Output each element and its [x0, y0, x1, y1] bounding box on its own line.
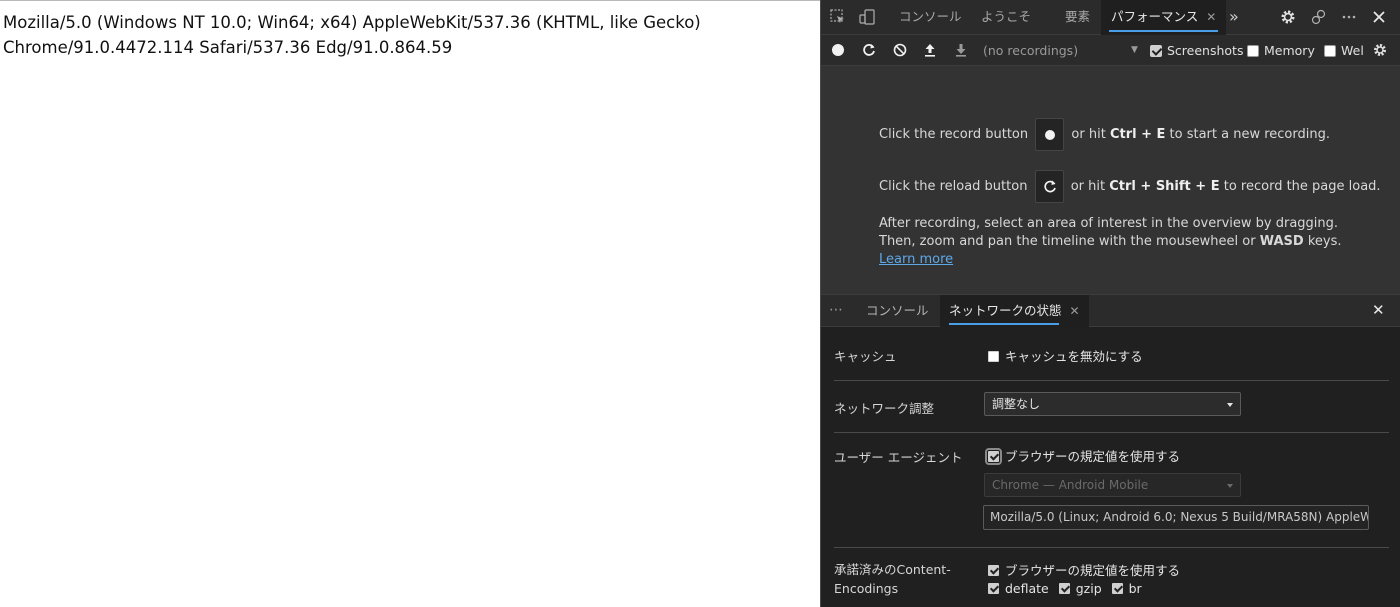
memory-checkbox[interactable]: [1247, 45, 1259, 57]
content-encodings-row: 承諾済みのContent- Encodings ブラウザーの規定値を使用する de…: [834, 548, 1389, 607]
memory-toggle[interactable]: Memory: [1247, 35, 1315, 66]
cache-label: キャッシュ: [834, 349, 897, 364]
tab-welcome[interactable]: ようこそ: [981, 0, 1031, 35]
ua-preset-select[interactable]: Chrome — Android Mobile: [984, 473, 1241, 497]
settings-gear-icon[interactable]: [1279, 8, 1297, 26]
learn-more-link[interactable]: Learn more: [879, 252, 953, 267]
record-icon[interactable]: [830, 42, 846, 58]
disable-cache-checkbox[interactable]: [988, 351, 999, 362]
chevron-down-icon: [1227, 403, 1233, 407]
record-instruction: Click the record button or hit Ctrl + E …: [879, 118, 1330, 151]
drawer-tab-network-conditions-label: ネットワークの状態: [949, 303, 1062, 318]
close-devtools-icon[interactable]: [1370, 8, 1388, 26]
tab-performance[interactable]: パフォーマンス ✕: [1101, 0, 1227, 35]
encodings-browser-default-label: ブラウザーの規定値を使用する: [1005, 563, 1181, 578]
ua-browser-default-label: ブラウザーの規定値を使用する: [1005, 449, 1181, 464]
ua-string-input[interactable]: Mozilla/5.0 (Linux; Android 6.0; Nexus 5…: [983, 505, 1369, 530]
memory-label: Memory: [1264, 43, 1315, 58]
web-vitals-toggle[interactable]: Wel: [1324, 35, 1372, 66]
device-toolbar-icon[interactable]: [858, 8, 876, 26]
content-encodings-label: 承諾済みのContent- Encodings: [834, 562, 951, 596]
close-drawer-tab-icon[interactable]: ✕: [1070, 304, 1080, 318]
reload-instruction: Click the reload button or hit Ctrl + Sh…: [879, 170, 1381, 203]
throttling-label: ネットワーク調整: [834, 401, 935, 416]
screenshots-checkbox[interactable]: [1150, 45, 1162, 57]
drawer-tab-console[interactable]: コンソール: [866, 295, 929, 327]
performance-landing: Click the record button or hit Ctrl + E …: [821, 66, 1400, 295]
tab-performance-label: パフォーマンス: [1111, 9, 1199, 24]
disable-cache-option[interactable]: キャッシュを無効にする: [988, 346, 1143, 365]
more-options-icon[interactable]: [1340, 8, 1358, 26]
recordings-select[interactable]: (no recordings): [983, 35, 1078, 66]
ua-browser-default-option[interactable]: ブラウザーの規定値を使用する: [985, 446, 1181, 465]
download-icon[interactable]: [953, 42, 969, 58]
reload-button[interactable]: [1034, 170, 1064, 203]
tab-console[interactable]: コンソール: [899, 0, 962, 35]
drawer-menu-icon[interactable]: ⋯: [829, 295, 843, 327]
chevron-down-icon: [1227, 484, 1233, 488]
encoding-gzip-checkbox[interactable]: [1058, 583, 1070, 594]
drawer-tab-network-conditions[interactable]: ネットワークの状態 ✕: [940, 295, 1089, 327]
feedback-icon[interactable]: [1310, 8, 1328, 26]
tab-elements[interactable]: 要素: [1065, 0, 1090, 35]
encoding-deflate-option[interactable]: deflate: [988, 581, 1049, 596]
network-conditions-panel: キャッシュ キャッシュを無効にする ネットワーク調整 調整なし ユーザー エージ…: [821, 327, 1400, 607]
user-agent-label: ユーザー エージェント: [834, 450, 963, 465]
upload-icon[interactable]: [922, 42, 938, 58]
disable-cache-label: キャッシュを無効にする: [1005, 349, 1143, 364]
ua-browser-default-checkbox[interactable]: [985, 448, 1002, 465]
capture-settings-icon[interactable]: [1372, 42, 1388, 58]
page-viewport: Mozilla/5.0 (Windows NT 10.0; Win64; x64…: [0, 0, 820, 607]
web-vitals-label: Wel: [1341, 43, 1364, 58]
user-agent-row: ユーザー エージェント ブラウザーの規定値を使用する Chrome — Andr…: [834, 433, 1389, 548]
recordings-dropdown-icon[interactable]: ▼: [1131, 35, 1138, 66]
reload-record-icon[interactable]: [861, 42, 877, 58]
screenshots-toggle[interactable]: Screenshots: [1150, 35, 1243, 66]
encodings-browser-default-checkbox[interactable]: [988, 565, 999, 576]
encoding-br-checkbox[interactable]: [1111, 583, 1123, 594]
cache-row: キャッシュ キャッシュを無効にする: [834, 327, 1389, 381]
more-tabs-icon[interactable]: »: [1229, 0, 1239, 35]
screenshots-label: Screenshots: [1167, 43, 1244, 58]
encoding-gzip-option[interactable]: gzip: [1058, 581, 1102, 596]
drawer-tab-bar: ⋯ コンソール ネットワークの状態 ✕ ✕: [821, 295, 1400, 327]
encoding-deflate-label: deflate: [1005, 581, 1049, 596]
throttling-select[interactable]: 調整なし: [984, 392, 1241, 416]
devtools-panel: コンソール ようこそ 要素 パフォーマンス ✕ » (no recordings…: [820, 0, 1400, 607]
encodings-browser-default-option[interactable]: ブラウザーの規定値を使用する: [988, 560, 1180, 579]
encoding-br-label: br: [1128, 581, 1142, 596]
user-agent-line-2: Chrome/91.0.4472.114 Safari/537.36 Edg/9…: [3, 38, 453, 57]
encoding-deflate-checkbox[interactable]: [988, 583, 999, 594]
encoding-gzip-label: gzip: [1075, 581, 1102, 596]
performance-toolbar: (no recordings) ▼ Screenshots Memory Wel: [821, 35, 1400, 66]
record-button[interactable]: [1035, 118, 1065, 151]
encodings-list: deflate gzip br: [988, 581, 1142, 596]
clear-icon[interactable]: [892, 42, 908, 58]
web-vitals-checkbox[interactable]: [1324, 45, 1336, 57]
user-agent-text: Mozilla/5.0 (Windows NT 10.0; Win64; x64…: [0, 1, 760, 60]
close-tab-icon[interactable]: ✕: [1206, 10, 1216, 24]
throttling-value: 調整なし: [992, 397, 1041, 411]
recording-help-text: After recording, select an area of inter…: [879, 216, 1342, 267]
inspect-icon[interactable]: [829, 8, 847, 26]
encoding-br-option[interactable]: br: [1111, 581, 1142, 596]
devtools-tab-bar: コンソール ようこそ 要素 パフォーマンス ✕ »: [821, 0, 1400, 35]
user-agent-line-1: Mozilla/5.0 (Windows NT 10.0; Win64; x64…: [3, 13, 701, 32]
ua-preset-value: Chrome — Android Mobile: [992, 478, 1149, 492]
close-drawer-icon[interactable]: ✕: [1372, 295, 1385, 327]
throttling-row: ネットワーク調整 調整なし: [834, 381, 1389, 433]
